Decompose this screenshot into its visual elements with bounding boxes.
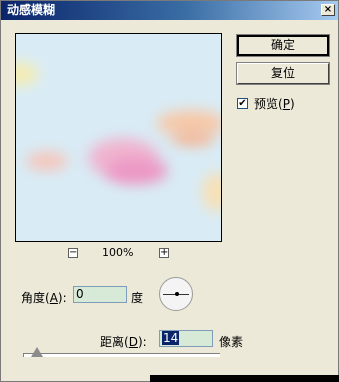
blur-blob	[26, 152, 68, 170]
zoom-out-button[interactable]: −	[68, 248, 78, 258]
angle-label: 角度(A):	[21, 291, 67, 305]
angle-dial[interactable]	[159, 277, 193, 311]
distance-slider-track[interactable]	[23, 353, 220, 357]
blur-blob	[171, 130, 215, 146]
dialog-title: 动感模糊	[7, 3, 56, 17]
angle-input[interactable]: 0	[73, 286, 127, 303]
preview-label: 预览(P)	[254, 97, 295, 111]
blur-blob	[202, 172, 221, 212]
ok-button[interactable]: 确定	[236, 34, 330, 57]
zoom-level: 100%	[102, 246, 134, 259]
preview-toggle[interactable]: ✔ 预览(P)	[237, 95, 295, 112]
background-strip	[150, 375, 339, 382]
motion-blur-dialog: 动感模糊 × 确定 复位 ✔ 预览(P) − 100% + 角度(A): 0 度…	[0, 0, 339, 382]
distance-unit: 像素	[219, 335, 244, 349]
title-bar[interactable]: 动感模糊 ×	[1, 1, 338, 20]
distance-value: 14	[162, 331, 180, 345]
preview-canvas[interactable]	[15, 33, 222, 242]
blur-blob	[106, 158, 168, 184]
blur-blob	[16, 62, 38, 86]
zoom-in-button[interactable]: +	[159, 248, 169, 258]
reset-button[interactable]: 复位	[236, 62, 330, 85]
angle-unit: 度	[131, 291, 144, 305]
distance-slider-thumb[interactable]	[30, 347, 43, 357]
angle-dial-center	[175, 292, 179, 296]
distance-label: 距离(D):	[100, 335, 147, 349]
distance-input[interactable]: 14	[159, 330, 213, 347]
close-button[interactable]: ×	[321, 4, 335, 16]
preview-checkbox[interactable]: ✔	[237, 98, 248, 109]
